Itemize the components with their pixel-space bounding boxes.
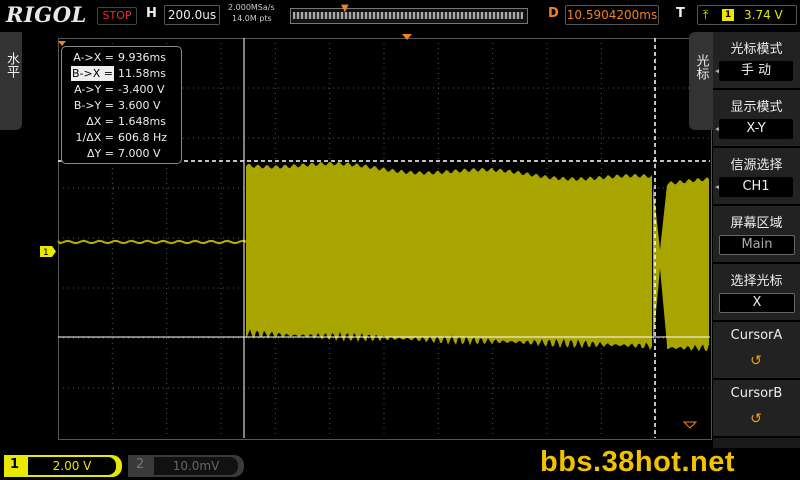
- cursor-a-knob-icon: ↺: [750, 353, 762, 369]
- menu-select-cursor[interactable]: 选择光标 X: [713, 264, 800, 322]
- menu-cursor-mode[interactable]: 光标模式 ◀ 手 动: [713, 32, 800, 90]
- cursor-readout-row: B->X = 11.58ms: [66, 66, 178, 81]
- menu-source-select-title: 信源选择: [730, 158, 783, 173]
- menu-display-mode[interactable]: 显示模式 ◀ X-Y: [713, 90, 800, 148]
- cursor-readout-value: 606.8 Hz: [118, 131, 168, 144]
- menu-screen-region[interactable]: 屏幕区域 Main: [713, 206, 800, 264]
- cursor-readout-value: 9.936ms: [118, 51, 166, 64]
- menu-source-select-value: CH1: [719, 177, 793, 197]
- cursor-readout-value: 7.000 V: [118, 147, 161, 160]
- cursor-readout-value: 1.648ms: [118, 115, 166, 128]
- ch1-scale: 2.00 V: [28, 457, 116, 475]
- cursor-readout-value: 3.600 V: [118, 99, 161, 112]
- cursor-readout-label: A->Y =: [74, 83, 114, 96]
- cursor-b-knob-icon: ↺: [750, 411, 762, 427]
- menu-source-select[interactable]: 信源选择 ◀ CH1: [713, 148, 800, 206]
- ch1-marker-text: 1: [43, 248, 49, 258]
- ch2-number: 2: [136, 457, 145, 472]
- cursor-readout-panel: A->X = 9.936ms B->X = 11.58ms A->Y = -3.400 V…: [61, 46, 182, 164]
- cursor-readout-label: A->X =: [73, 51, 114, 64]
- menu-select-cursor-title: 选择光标: [730, 274, 783, 289]
- ch2-scale: 10.0mV: [154, 457, 238, 475]
- cursor-readout-row: A->Y = -3.400 V: [66, 82, 178, 97]
- ch1-number: 1: [10, 457, 20, 472]
- cursor-softkey-menu: 光标模式 ◀ 手 动 显示模式 ◀ X-Y 信源选择 ◀ CH1 屏幕区域 Ma…: [713, 32, 800, 448]
- cursor-readout-label: ΔY =: [87, 147, 114, 160]
- cursor-menu-tab[interactable]: 光标: [689, 32, 713, 130]
- ch1-waveform-flat: [57, 239, 247, 245]
- scroll-down-icon: [682, 421, 698, 429]
- ch1-ground-marker: 1: [40, 246, 56, 258]
- ch1-waveform-burst-1: [246, 161, 652, 351]
- menu-cursor-a[interactable]: CursorA ↺: [713, 322, 800, 380]
- ch1-status-tab[interactable]: 1 2.00 V: [4, 455, 122, 477]
- cursor-readout-label: ΔX =: [86, 115, 114, 128]
- ch1-waveform-burst-2: [667, 177, 709, 352]
- trigger-time-marker-icon: [402, 34, 412, 40]
- menu-cursor-a-title: CursorA: [730, 328, 783, 343]
- menu-screen-region-value: Main: [719, 235, 795, 255]
- cursor-readout-label: B->X =: [71, 66, 114, 81]
- ch2-status-tab[interactable]: 2 10.0mV: [128, 455, 244, 477]
- cursor-tab-label: 光标: [693, 54, 709, 80]
- watermark-text: bbs.38hot.net: [540, 446, 736, 478]
- menu-display-mode-title: 显示模式: [730, 100, 783, 115]
- cursor-readout-row: B->Y = 3.600 V: [66, 98, 178, 113]
- menu-screen-region-title: 屏幕区域: [730, 216, 783, 231]
- menu-select-cursor-value: X: [719, 293, 795, 313]
- cursor-readout-value: 11.58ms: [118, 67, 166, 80]
- menu-cursor-b[interactable]: CursorB ↺: [713, 380, 800, 438]
- cursor-readout-label: 1/ΔX =: [75, 131, 114, 144]
- cursor-readout-value: -3.400 V: [118, 83, 165, 96]
- cursor-readout-row: A->X = 9.936ms: [66, 50, 178, 65]
- cursor-readout-row: ΔY = 7.000 V: [66, 146, 178, 161]
- menu-cursor-mode-title: 光标模式: [730, 42, 783, 57]
- menu-cursor-b-title: CursorB: [730, 386, 783, 401]
- cursor-readout-label: B->Y =: [73, 99, 114, 112]
- menu-display-mode-value: X-Y: [719, 119, 793, 139]
- cursor-readout-row: ΔX = 1.648ms: [66, 114, 178, 129]
- cursor-readout-row: 1/ΔX = 606.8 Hz: [66, 130, 178, 145]
- menu-cursor-mode-value: 手 动: [719, 61, 793, 81]
